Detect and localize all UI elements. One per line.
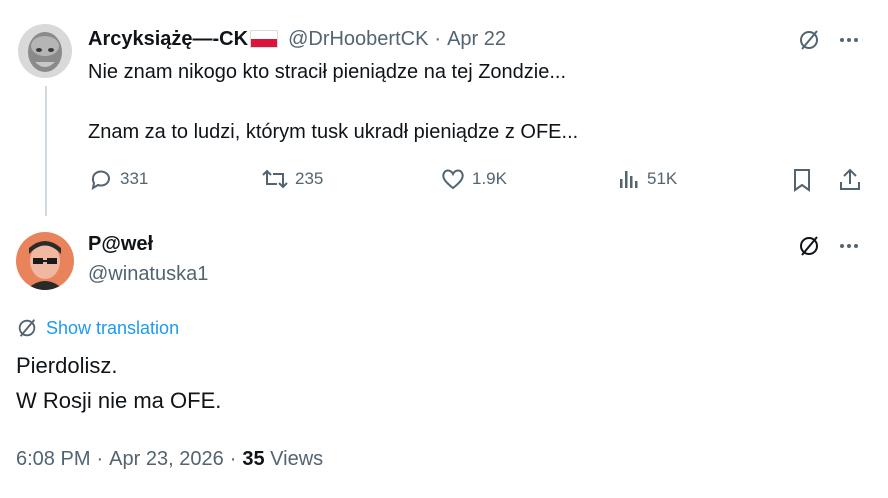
avatar-winatuska1[interactable] [16, 232, 74, 290]
translate-icon [16, 317, 38, 339]
tweet-text-line2: Znam za to ludzi, którym tusk ukradł pie… [88, 121, 579, 143]
views-button[interactable]: 51K [617, 167, 677, 191]
more-icon[interactable] [837, 30, 861, 50]
main-display-name[interactable]: P@weł [88, 233, 153, 256]
poland-flag-icon [250, 30, 279, 48]
views-stat[interactable]: 35 Views [242, 448, 323, 471]
tweet-header: Arcyksiążę—-CK @DrHoobertCK · Apr 22 [88, 25, 506, 53]
tweet-full-date[interactable]: Apr 23, 2026 [109, 448, 224, 471]
display-name[interactable]: Arcyksiążę—-CK [88, 28, 248, 51]
main-handle[interactable]: @winatuska1 [88, 263, 208, 286]
show-translation-button[interactable]: Show translation [16, 317, 179, 339]
avatar-drhoobertck[interactable] [18, 24, 72, 78]
main-tweet-text-line2: W Rosji nie ma OFE. [16, 388, 222, 413]
meta-separator: · [229, 448, 237, 470]
more-icon[interactable] [837, 236, 861, 256]
tweet-time[interactable]: 6:08 PM [16, 448, 90, 471]
repost-count: 235 [295, 169, 324, 188]
reply-button[interactable]: 331 [88, 167, 148, 191]
share-icon[interactable] [838, 167, 862, 193]
repost-button[interactable]: 235 [261, 167, 323, 191]
like-button[interactable]: 1.9K [440, 167, 507, 191]
tweet-meta: 6:08 PM · Apr 23, 2026 · 35 Views [16, 448, 323, 471]
meta-separator: · [96, 448, 104, 470]
separator: · [434, 27, 442, 50]
grok-icon[interactable] [797, 234, 821, 258]
reply-icon [88, 167, 114, 191]
handle[interactable]: @DrHoobertCK [288, 28, 428, 51]
bookmark-icon[interactable] [790, 167, 814, 193]
views-number: 35 [242, 448, 265, 470]
tweet-text-line1: Nie znam nikogo kto stracił pieniądze na… [88, 61, 567, 83]
show-translation-label: Show translation [46, 317, 180, 338]
reply-count: 331 [120, 169, 149, 188]
grok-icon[interactable] [797, 28, 821, 52]
repost-icon [261, 167, 289, 191]
views-count: 51K [647, 169, 678, 188]
views-label: Views [270, 448, 324, 470]
views-icon [617, 167, 641, 191]
thread-connector-line [45, 86, 47, 216]
main-tweet-text-line1: Pierdolisz. [16, 353, 118, 378]
tweet-date[interactable]: Apr 22 [447, 28, 506, 51]
like-count: 1.9K [472, 169, 507, 188]
like-icon [440, 167, 466, 191]
